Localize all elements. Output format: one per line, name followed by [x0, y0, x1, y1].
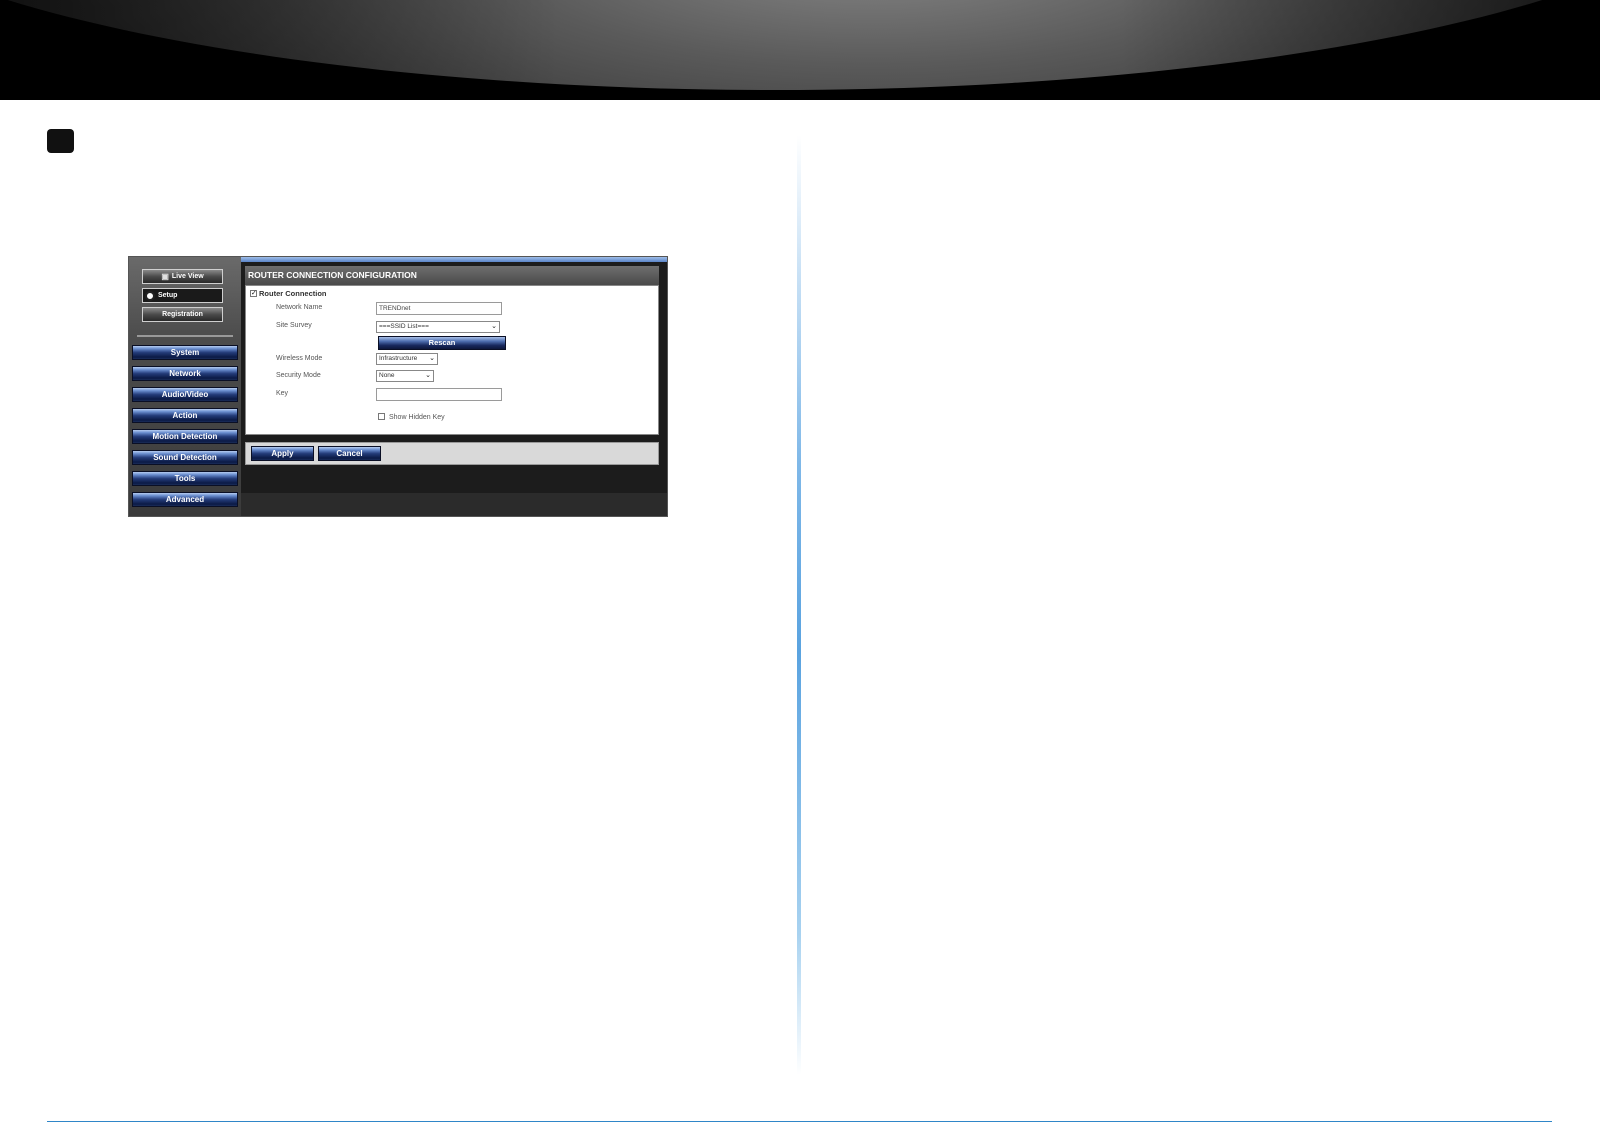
registration-label: Registration	[162, 311, 203, 318]
nav-item-tools[interactable]: Tools	[132, 471, 238, 486]
manual-page: ▣ Live View Setup Registration System Ne…	[0, 0, 1600, 1122]
site-survey-value: ===SSID List===	[379, 323, 429, 330]
camera-icon: ▣	[161, 272, 169, 281]
registration-button[interactable]: Registration	[142, 307, 223, 322]
main-panel: ROUTER CONNECTION CONFIGURATION ✓ Router…	[241, 257, 667, 516]
chevron-down-icon: ⌄	[491, 323, 497, 330]
security-mode-value: None	[379, 372, 395, 379]
key-label: Key	[276, 390, 289, 397]
nav-item-network[interactable]: Network	[132, 366, 238, 381]
panel-footer	[241, 493, 667, 516]
show-hidden-key-label: Show Hidden Key	[389, 414, 445, 421]
column-divider	[797, 135, 801, 1075]
security-mode-label: Security Mode	[276, 372, 321, 379]
key-field[interactable]	[376, 388, 502, 401]
rescan-button[interactable]: Rescan	[378, 336, 506, 350]
nav-item-audio-video[interactable]: Audio/Video	[132, 387, 238, 402]
config-form: ✓ Router Connection Network Name TRENDne…	[245, 285, 659, 435]
nav-item-motion-detection[interactable]: Motion Detection	[132, 429, 238, 444]
section-title: ROUTER CONNECTION CONFIGURATION	[245, 266, 659, 285]
wireless-mode-value: Infrastructure	[379, 355, 418, 362]
banner-shade	[0, 0, 1600, 100]
network-name-label: Network Name	[276, 304, 323, 311]
nav-item-sound-detection[interactable]: Sound Detection	[132, 450, 238, 465]
show-hidden-key-checkbox[interactable]	[378, 413, 385, 420]
sidebar: ▣ Live View Setup Registration System Ne…	[129, 257, 241, 516]
live-view-label: Live View	[171, 273, 204, 280]
chevron-down-icon: ⌄	[429, 355, 435, 362]
step-marker	[47, 129, 74, 153]
chevron-down-icon: ⌄	[425, 372, 431, 379]
router-connection-checkbox[interactable]: ✓	[250, 290, 257, 297]
nav-item-system[interactable]: System	[132, 345, 238, 360]
nav-item-advanced[interactable]: Advanced	[132, 492, 238, 507]
apply-button[interactable]: Apply	[251, 446, 314, 461]
action-bar: Apply Cancel	[245, 442, 659, 465]
checkmark-icon: ✓	[251, 290, 257, 297]
header-banner	[0, 0, 1600, 100]
network-name-field[interactable]: TRENDnet	[376, 302, 502, 315]
router-config-screenshot: ▣ Live View Setup Registration System Ne…	[128, 256, 668, 517]
site-survey-label: Site Survey	[276, 322, 312, 329]
router-connection-label: Router Connection	[259, 289, 327, 298]
cancel-button[interactable]: Cancel	[318, 446, 381, 461]
setup-label: Setup	[158, 292, 178, 299]
sidebar-divider	[137, 335, 233, 337]
gear-icon	[145, 290, 155, 301]
security-mode-select[interactable]: None ⌄	[376, 370, 434, 382]
site-survey-select[interactable]: ===SSID List=== ⌄	[376, 321, 500, 333]
setup-button[interactable]: Setup	[142, 288, 223, 303]
nav-item-action[interactable]: Action	[132, 408, 238, 423]
top-accent-strip	[241, 257, 667, 262]
wireless-mode-label: Wireless Mode	[276, 355, 323, 362]
wireless-mode-select[interactable]: Infrastructure ⌄	[376, 353, 438, 365]
live-view-button[interactable]: ▣ Live View	[142, 269, 223, 284]
